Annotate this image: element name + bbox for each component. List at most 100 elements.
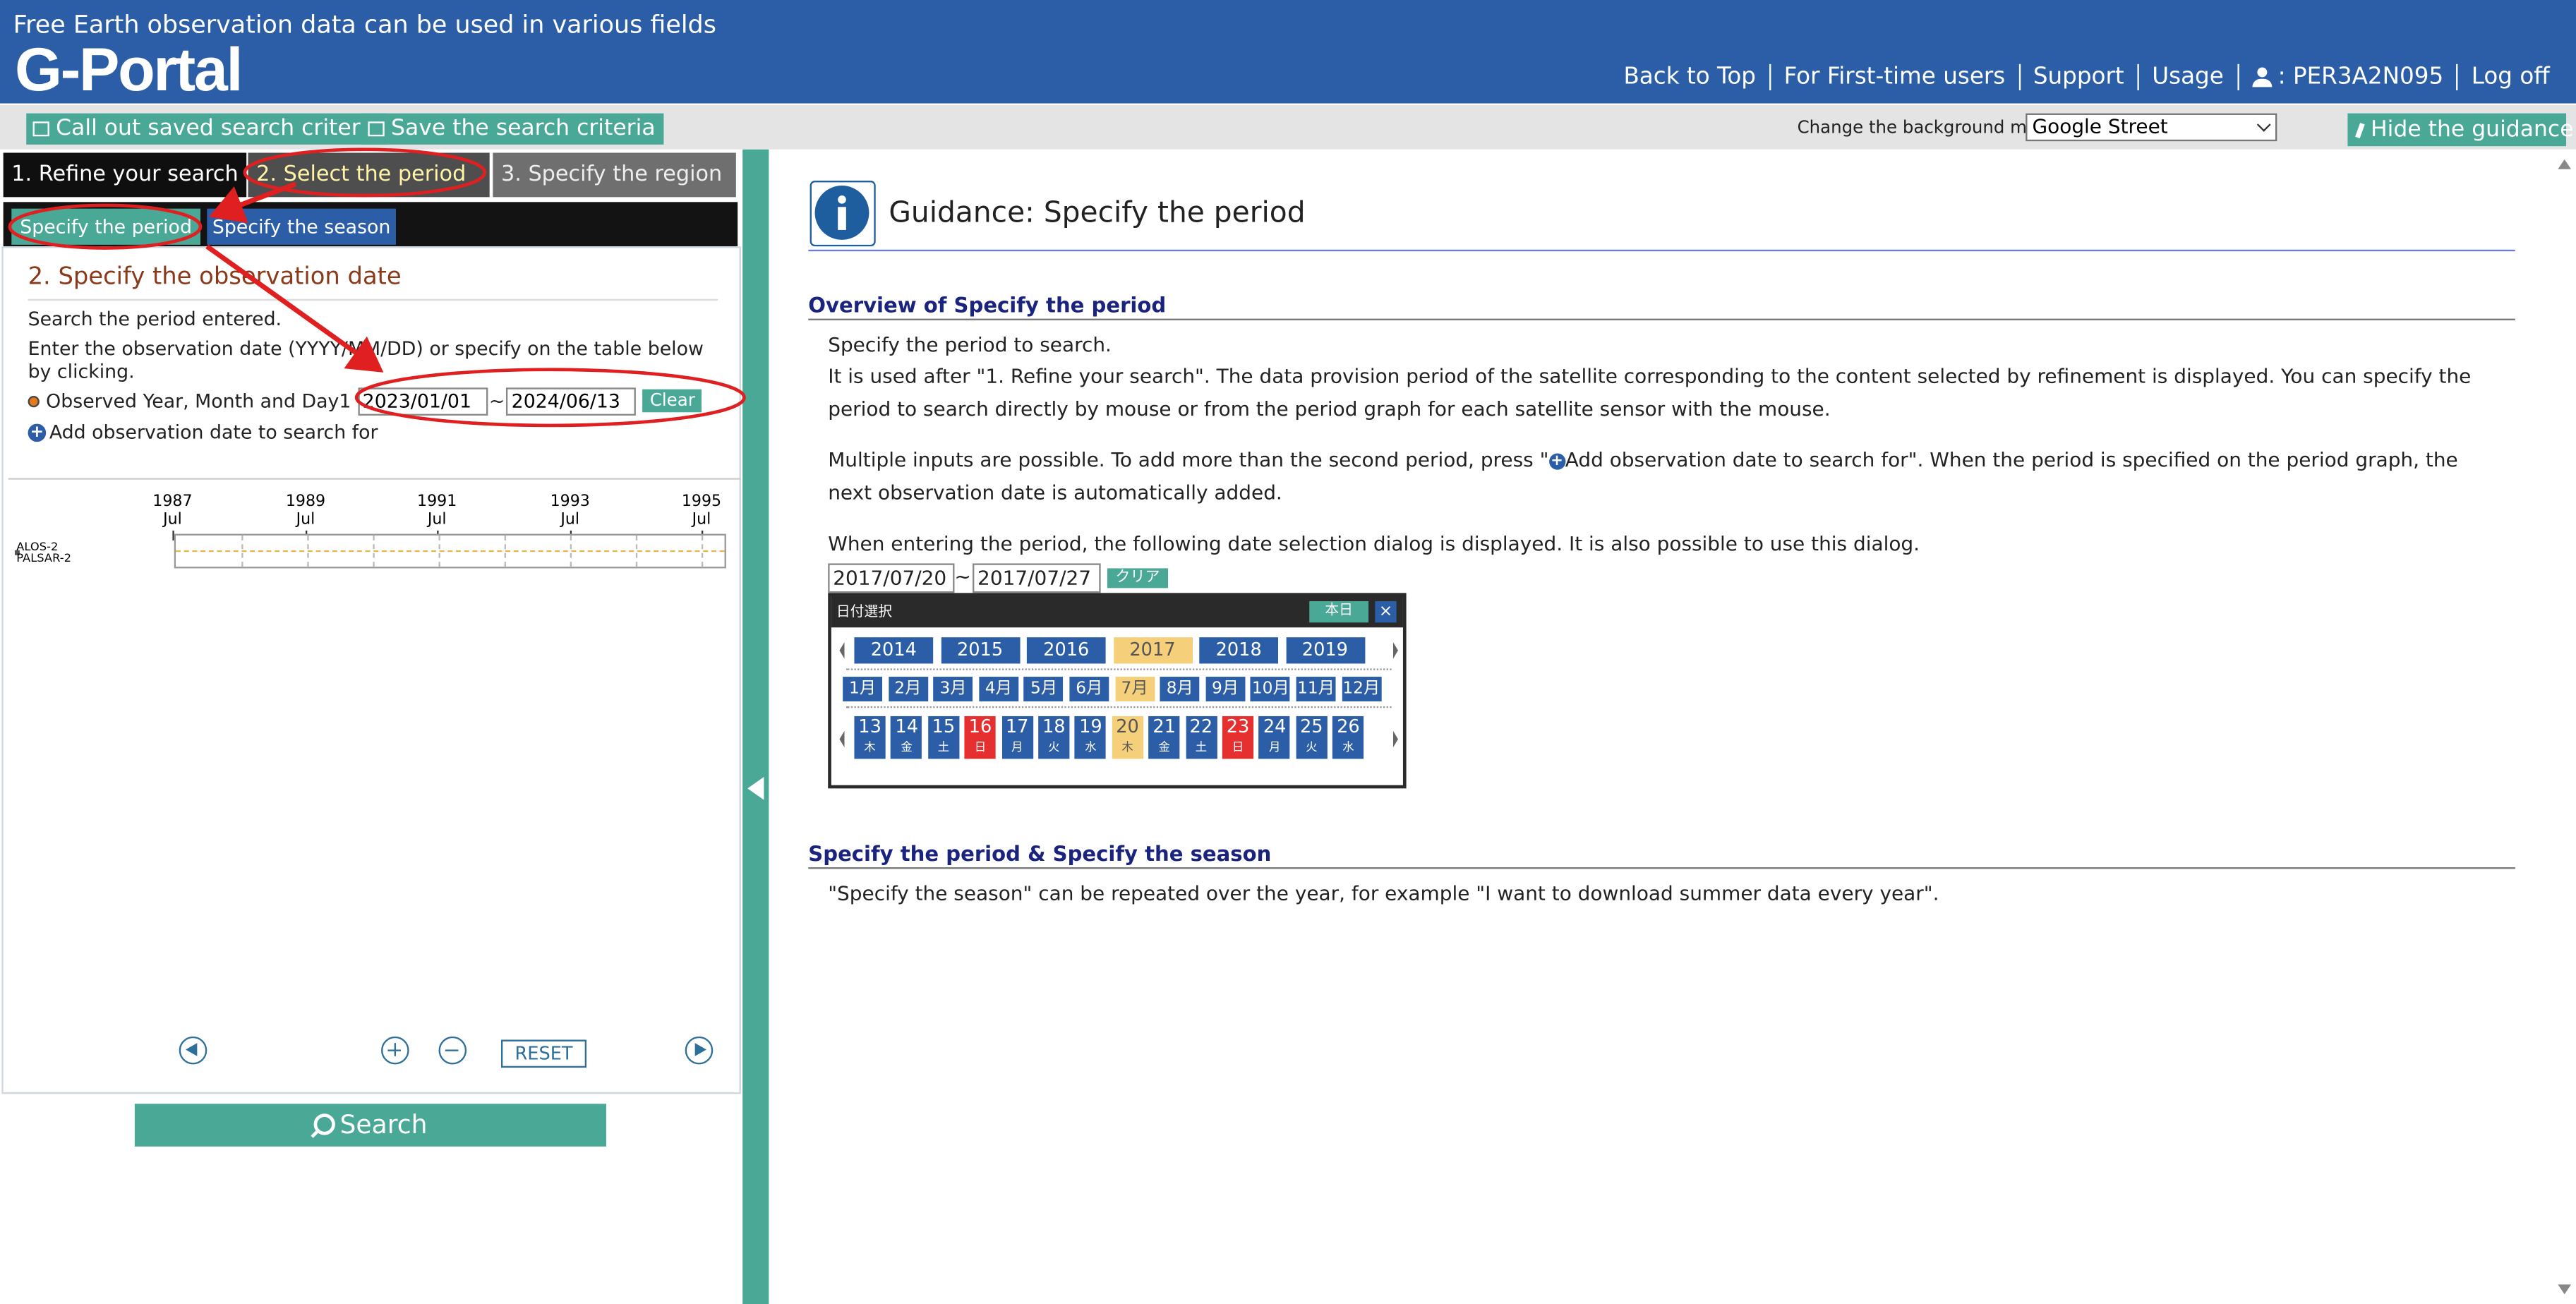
month-cell[interactable]: 10月: [1251, 677, 1291, 701]
logoff-link[interactable]: Log off: [2456, 64, 2563, 91]
tab-specify-region[interactable]: 3. Specify the region: [493, 152, 736, 198]
example-start-input[interactable]: 2017/07/20: [828, 563, 955, 593]
year-label: 1989 Jul: [285, 493, 326, 529]
day-number: 19: [1079, 716, 1102, 738]
year-cell[interactable]: 2014: [854, 637, 934, 664]
panel-divider[interactable]: [742, 149, 769, 1304]
month-cell[interactable]: 1月: [843, 677, 883, 701]
day-cell[interactable]: 19 水: [1075, 716, 1107, 759]
chevron-right-icon[interactable]: [1392, 730, 1398, 748]
scroll-up-icon[interactable]: [2558, 159, 2572, 169]
year-cell[interactable]: 2015: [940, 637, 1020, 664]
day-cell[interactable]: 22 土: [1185, 716, 1217, 759]
guidance-paragraph: When entering the period, the following …: [828, 532, 1920, 555]
month-cell[interactable]: 12月: [1341, 677, 1381, 701]
weekday-label: 木: [1121, 740, 1133, 754]
year-label: 1993 Jul: [550, 493, 590, 529]
period-panel: 2. Specify the observation date Search t…: [1, 246, 741, 1094]
day-cell[interactable]: 26 水: [1332, 716, 1364, 759]
day-cell[interactable]: 13 木: [854, 716, 886, 759]
day-cell[interactable]: 16 日: [964, 716, 997, 759]
month-cell[interactable]: 11月: [1296, 677, 1336, 701]
example-end-input[interactable]: 2017/07/27: [973, 563, 1101, 593]
left-panel: 1. Refine your search 2. Select the peri…: [0, 149, 743, 1304]
period-graph-track[interactable]: [174, 533, 726, 569]
close-icon[interactable]: ×: [1375, 600, 1397, 623]
month-cell[interactable]: 2月: [888, 677, 928, 701]
prev-arrow-icon[interactable]: [179, 1036, 207, 1065]
chevron-left-icon[interactable]: [839, 730, 845, 748]
year-cell[interactable]: 2017: [1113, 637, 1192, 664]
start-date-input[interactable]: 2023/01/01: [357, 387, 488, 415]
subtab-specify-period[interactable]: Specify the period: [11, 208, 200, 245]
day-cell[interactable]: 24 月: [1259, 716, 1291, 759]
day-number: 15: [932, 716, 956, 738]
example-clear-button[interactable]: クリア: [1107, 568, 1169, 588]
pin-icon: [2355, 123, 2365, 139]
hide-guidance-button[interactable]: Hide the guidance: [2347, 113, 2574, 147]
month-cell[interactable]: 4月: [978, 677, 1018, 701]
month-cell[interactable]: 6月: [1069, 677, 1109, 701]
day-cell[interactable]: 15 土: [927, 716, 959, 759]
nav-first-time-users[interactable]: For First-time users: [1769, 64, 2018, 91]
month-cell[interactable]: 7月: [1114, 677, 1155, 701]
nav-back-to-top[interactable]: Back to Top: [1611, 64, 1769, 90]
year-cell[interactable]: 2016: [1026, 637, 1106, 664]
clear-button[interactable]: Clear: [642, 389, 702, 413]
month-cell[interactable]: 5月: [1024, 677, 1064, 701]
day-number: 22: [1189, 716, 1213, 738]
toolbar: Call out saved search criteria Save the …: [0, 103, 2576, 150]
month-cell[interactable]: 9月: [1205, 677, 1245, 701]
tab-refine-search[interactable]: 1. Refine your search: [3, 152, 247, 198]
instruction-text: Search the period entered.: [28, 307, 282, 330]
today-button[interactable]: 本日: [1309, 600, 1369, 623]
end-date-input[interactable]: 2024/06/13: [506, 387, 637, 415]
plus-circle-icon: +: [28, 423, 47, 442]
divider: [808, 249, 2515, 252]
bullet-icon: [28, 394, 40, 407]
guidance-paragraph: Specify the period to search.: [828, 333, 1112, 357]
logo[interactable]: G-Portal: [15, 36, 243, 105]
tab-select-period[interactable]: 2. Select the period: [248, 152, 490, 198]
day-cell[interactable]: 20 木: [1112, 716, 1143, 759]
zoom-out-icon[interactable]: [438, 1036, 467, 1065]
book-icon: [32, 121, 49, 137]
search-button[interactable]: Search: [134, 1104, 606, 1147]
collapse-arrow-icon[interactable]: [747, 777, 764, 800]
callout-saved-criteria-button[interactable]: Call out saved search criteria: [26, 113, 389, 145]
weekday-label: 土: [1195, 740, 1207, 754]
nav-usage[interactable]: Usage: [2137, 64, 2237, 91]
subtab-specify-season[interactable]: Specify the season: [207, 208, 396, 245]
reset-button[interactable]: RESET: [500, 1039, 587, 1068]
scroll-down-icon[interactable]: [2558, 1284, 2572, 1295]
next-arrow-icon[interactable]: [685, 1036, 714, 1065]
save-criteria-button[interactable]: Save the search criteria: [361, 113, 664, 145]
year-cell[interactable]: 2019: [1285, 637, 1365, 664]
weekday-label: 金: [901, 740, 913, 754]
day-cell[interactable]: 18 火: [1038, 716, 1070, 759]
divider: [28, 298, 718, 301]
bgmap-label: Change the background map: [1797, 118, 2049, 138]
day-cell[interactable]: 25 火: [1296, 716, 1328, 759]
dialog-header: 日付選択 本日 ×: [831, 596, 1403, 628]
zoom-in-icon[interactable]: [381, 1036, 409, 1065]
divider: [808, 318, 2515, 320]
chevron-right-icon[interactable]: [1392, 642, 1398, 659]
bgmap-select[interactable]: Google Street: [2026, 113, 2277, 142]
add-observation-date-link[interactable]: + Add observation date to search for: [28, 421, 378, 444]
day-number: 18: [1042, 716, 1066, 738]
day-cell[interactable]: 21 金: [1148, 716, 1180, 759]
gridline: [307, 535, 309, 567]
nav-support[interactable]: Support: [2018, 64, 2137, 91]
user-account[interactable]: : PER3A2N095: [2237, 64, 2456, 91]
year-cell[interactable]: 2018: [1199, 637, 1279, 664]
user-id: : PER3A2N095: [2277, 64, 2444, 91]
day-cell[interactable]: 23 日: [1222, 716, 1254, 759]
day-number: 13: [858, 716, 881, 738]
chevron-left-icon[interactable]: [839, 642, 845, 659]
day-cell[interactable]: 17 月: [1001, 716, 1033, 759]
plus-circle-icon: +: [1548, 453, 1565, 470]
month-cell[interactable]: 8月: [1160, 677, 1200, 701]
day-cell[interactable]: 14 金: [891, 716, 922, 759]
month-cell[interactable]: 3月: [933, 677, 973, 701]
